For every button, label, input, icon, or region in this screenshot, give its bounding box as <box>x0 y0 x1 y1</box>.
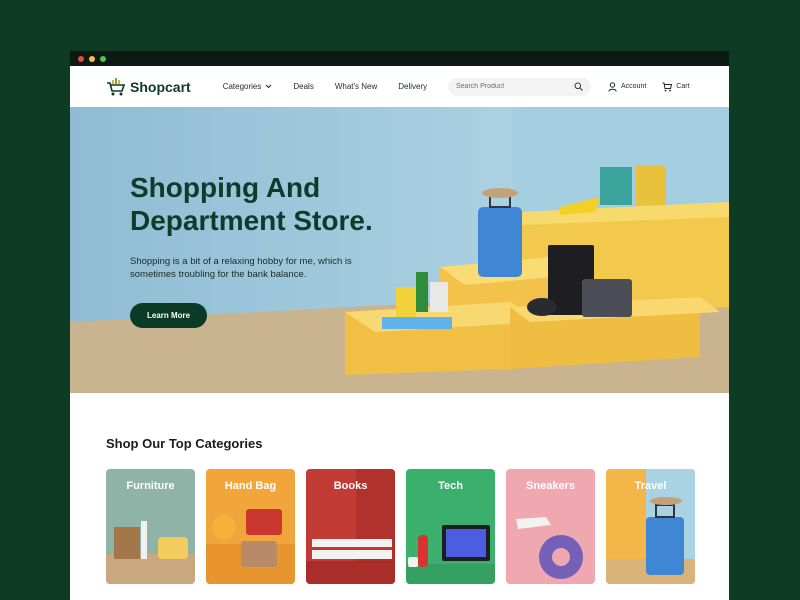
nav-item-delivery[interactable]: Delivery <box>398 82 427 91</box>
category-label: Hand Bag <box>224 480 277 492</box>
category-card-sneakers[interactable]: Sneakers <box>506 469 595 584</box>
hero-title-line-2: Department Store. <box>130 205 373 236</box>
header-actions: Account Cart <box>608 81 690 92</box>
chevron-down-icon <box>266 84 272 89</box>
category-card-travel[interactable]: Travel <box>606 469 695 584</box>
nav-item-label: Categories <box>222 82 262 91</box>
nav-item-label: What's New <box>334 82 378 91</box>
cart-label: Cart <box>676 83 690 90</box>
account-label: Account <box>621 83 647 90</box>
cart-button[interactable]: Cart <box>662 82 690 92</box>
account-button[interactable]: Account <box>608 81 647 92</box>
hero-banner: Shopping And Department Store. Shopping … <box>70 107 729 393</box>
category-label: Books <box>333 480 368 492</box>
nav-item-whats-new[interactable]: What's New <box>335 82 377 91</box>
category-label: Sneakers <box>526 480 575 492</box>
minimize-window-dot[interactable] <box>89 55 95 62</box>
browser-window: Shopcart Categories Deals What's New Del… <box>70 51 729 600</box>
category-label: Travel <box>634 480 667 492</box>
nav-item-deals[interactable]: Deals <box>293 82 313 91</box>
category-card-books[interactable]: Books <box>306 469 395 584</box>
main-menu: Categories Deals What's New Delivery <box>223 82 427 91</box>
brand-name: Shopcart <box>130 78 191 95</box>
top-navbar: Shopcart Categories Deals What's New Del… <box>70 66 729 107</box>
maximize-window-dot[interactable] <box>100 55 106 62</box>
learn-more-button[interactable]: Learn More <box>130 303 207 328</box>
user-icon <box>608 81 617 92</box>
search-input[interactable] <box>456 83 566 90</box>
category-card-tech[interactable]: Tech <box>406 469 495 584</box>
nav-item-categories[interactable]: Categories <box>223 82 273 91</box>
hero-title: Shopping And Department Store. <box>130 171 430 237</box>
nav-item-label: Delivery <box>398 82 428 91</box>
cart-logo-icon <box>107 77 126 95</box>
cart-icon <box>662 82 673 91</box>
nav-item-label: Deals <box>293 82 314 91</box>
search-icon[interactable] <box>574 82 583 91</box>
hero-text: Shopping And Department Store. Shopping … <box>130 171 430 328</box>
category-card-hand-bag[interactable]: Hand Bag <box>206 469 295 584</box>
window-titlebar <box>70 51 729 66</box>
hero-title-line-1: Shopping And <box>130 172 321 203</box>
search-box <box>448 77 591 96</box>
close-window-dot[interactable] <box>78 55 84 62</box>
category-card-furniture[interactable]: Furniture <box>106 469 195 584</box>
category-label: Furniture <box>126 480 175 492</box>
hero-subtitle: Shopping is a bit of a relaxing hobby fo… <box>130 256 352 280</box>
category-cards: Furniture Hand Bag Books Tech Sneakers T… <box>106 469 695 584</box>
brand-logo[interactable]: Shopcart <box>106 77 191 97</box>
categories-title: Shop Our Top Categories <box>106 436 263 451</box>
category-label: Tech <box>438 480 463 492</box>
